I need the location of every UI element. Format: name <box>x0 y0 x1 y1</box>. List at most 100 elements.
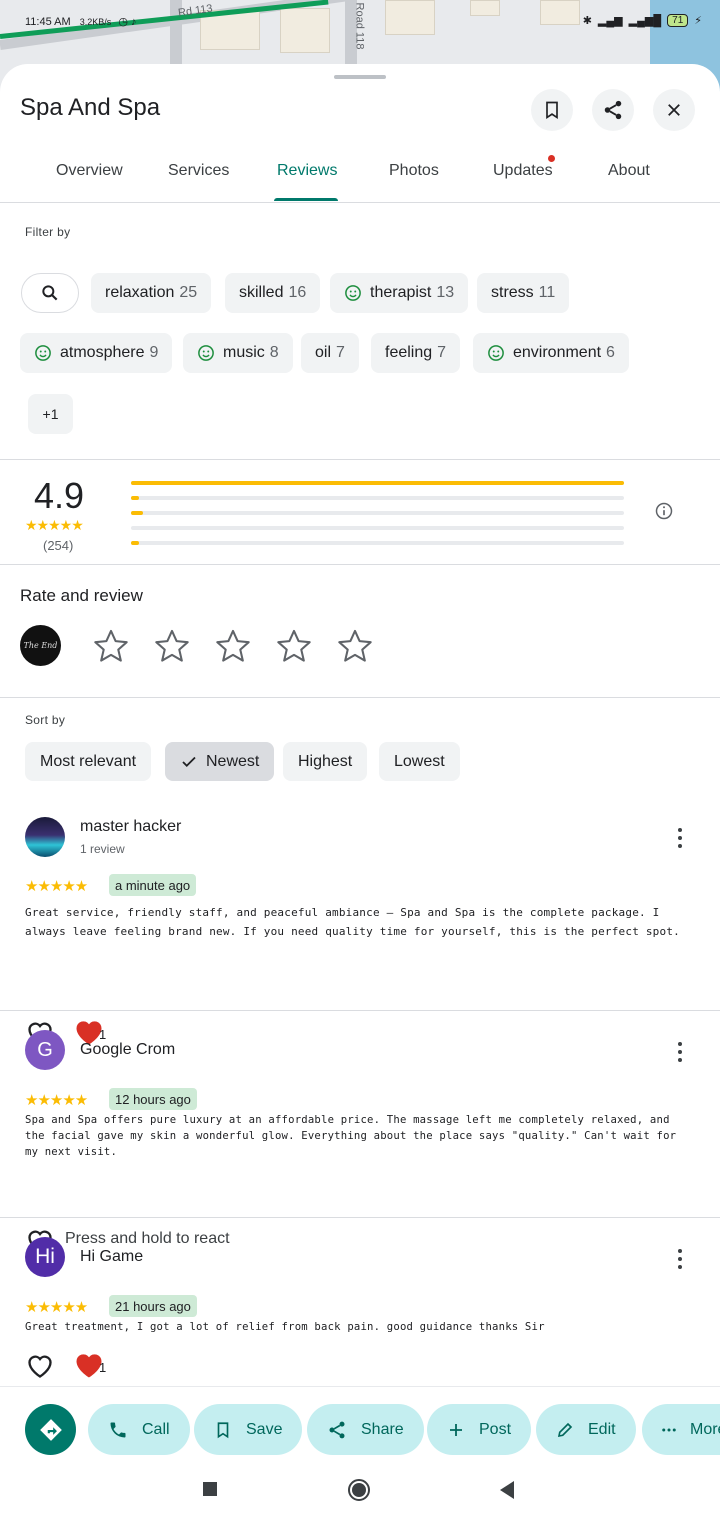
filter-chip-label: therapist <box>370 284 432 301</box>
review-more-button[interactable] <box>670 1247 690 1271</box>
tab-overview[interactable]: Overview <box>56 162 123 180</box>
rate-star-2-icon[interactable] <box>153 627 191 665</box>
filter-chip-label: feeling <box>385 344 433 361</box>
filter-chip[interactable]: atmosphere 9 <box>20 333 173 373</box>
share-place-button[interactable] <box>592 89 634 131</box>
notification-dot <box>548 155 555 162</box>
sort-lowest[interactable]: Lowest <box>379 742 460 781</box>
average-stars: ★★★★★ <box>25 517 84 533</box>
filter-chip-label: atmosphere <box>60 344 145 361</box>
positive-smile-icon <box>198 345 214 361</box>
rating-bar-fill <box>131 511 144 515</box>
call-label: Call <box>142 1420 170 1438</box>
filter-chip-count: 11 <box>538 284 556 301</box>
divider <box>0 697 720 698</box>
signal-icon: ▂▄▆█ <box>628 15 662 27</box>
reviewer-name[interactable]: Hi Game <box>80 1248 143 1266</box>
filter-chip-count: 6 <box>606 344 615 361</box>
post-button[interactable]: Post <box>427 1404 532 1455</box>
save-place-button[interactable] <box>531 89 573 131</box>
filter-chip[interactable]: relaxation 25 <box>91 273 212 313</box>
rate-star-5-icon[interactable] <box>336 627 374 665</box>
filter-chip-label: environment <box>513 344 602 361</box>
call-button[interactable]: Call <box>88 1404 190 1455</box>
press-to-react-label[interactable]: Press and hold to react <box>65 1230 230 1248</box>
home-icon[interactable] <box>347 1478 371 1502</box>
review-time-badge: 12 hours ago <box>109 1088 197 1110</box>
divider <box>0 1217 720 1218</box>
sort-highest[interactable]: Highest <box>283 742 368 781</box>
user-avatar: The End <box>20 625 61 666</box>
rate-star-1-icon[interactable] <box>92 627 130 665</box>
reviewer-avatar[interactable]: G <box>25 1030 65 1070</box>
sort-option-label: Newest <box>206 752 260 770</box>
status-left: 11:45 AM 3.2KB/s ◷ ♪ <box>25 15 137 28</box>
edit-button[interactable]: Edit <box>536 1404 636 1455</box>
review-stars: ★★★★★ <box>25 878 88 895</box>
divider <box>0 459 720 460</box>
reviewer-avatar[interactable]: Hi <box>25 1237 65 1277</box>
more-horiz-icon <box>662 1428 676 1431</box>
positive-smile-icon <box>345 285 361 301</box>
filter-chip-count: 8 <box>269 344 279 361</box>
review-more-button[interactable] <box>670 1040 690 1064</box>
tab-services[interactable]: Services <box>168 162 229 180</box>
filter-chip[interactable]: skilled 16 <box>225 273 321 313</box>
filter-chip[interactable]: feeling 7 <box>371 333 461 373</box>
more-filters-chip[interactable]: +1 <box>28 394 73 434</box>
info-icon[interactable] <box>654 501 674 521</box>
save-button[interactable]: Save <box>194 1404 303 1455</box>
review-stars: ★★★★★ <box>25 1092 88 1109</box>
sort-most-relevant[interactable]: Most relevant <box>25 742 152 781</box>
review-text: Spa and Spa offers pure luxury at an aff… <box>25 1114 677 1158</box>
reviewer-avatar[interactable] <box>25 817 65 857</box>
rate-star-4-icon[interactable] <box>275 627 313 665</box>
tab-bar: Overview Services Reviews Photos Updates… <box>0 152 720 203</box>
rating-bar-4-star <box>131 496 624 500</box>
filter-chip-count: 7 <box>336 344 345 361</box>
reviewer-name[interactable]: Google Crom <box>80 1041 175 1059</box>
filter-chip[interactable]: music 8 <box>183 333 293 373</box>
filter-chip-count: 13 <box>436 284 455 301</box>
share-icon <box>329 1421 345 1438</box>
post-label: Post <box>479 1420 512 1438</box>
average-rating: 4.9 <box>34 475 85 516</box>
more-button[interactable]: More <box>642 1404 720 1455</box>
drag-handle[interactable] <box>334 75 386 79</box>
action-bar: Call Save Share Post Edit More <box>0 1386 720 1460</box>
sort-newest[interactable]: Newest <box>165 742 275 781</box>
bookmark-icon <box>217 1421 229 1438</box>
recents-icon[interactable] <box>202 1481 218 1497</box>
bluetooth-icon: ✱ <box>582 15 592 27</box>
tab-reviews[interactable]: Reviews <box>277 162 337 180</box>
back-icon[interactable] <box>498 1480 516 1500</box>
filter-chip[interactable]: oil 7 <box>301 333 359 373</box>
divider <box>0 1010 720 1011</box>
rate-review-title: Rate and review <box>20 586 143 605</box>
sort-option-label: Highest <box>298 752 353 770</box>
reviewer-name[interactable]: master hacker <box>80 818 181 836</box>
close-button[interactable] <box>653 89 695 131</box>
review-more-button[interactable] <box>670 826 690 850</box>
tab-photos[interactable]: Photos <box>389 162 439 180</box>
filter-chip[interactable]: environment 6 <box>473 333 629 373</box>
filter-chip[interactable]: stress 11 <box>477 273 570 313</box>
directions-button[interactable] <box>25 1404 76 1455</box>
search-icon <box>42 285 58 301</box>
rate-star-3-icon[interactable] <box>214 627 252 665</box>
filter-label: Filter by <box>25 225 71 239</box>
battery-indicator: 71 <box>667 14 689 27</box>
search-reviews-button[interactable] <box>21 273 79 313</box>
edit-label: Edit <box>588 1420 616 1438</box>
review-stars: ★★★★★ <box>25 1299 88 1316</box>
music-note-icon: ♪ <box>131 16 137 28</box>
filter-chip[interactable]: therapist 13 <box>330 273 469 313</box>
filter-chip-count: 25 <box>179 284 198 301</box>
place-title: Spa And Spa <box>20 94 161 121</box>
check-icon <box>182 756 196 767</box>
positive-smile-icon <box>488 345 504 361</box>
tab-about[interactable]: About <box>608 162 650 180</box>
tab-updates[interactable]: Updates <box>493 162 553 180</box>
heart-outline-icon[interactable] <box>26 1353 54 1379</box>
share-button[interactable]: Share <box>307 1404 424 1455</box>
